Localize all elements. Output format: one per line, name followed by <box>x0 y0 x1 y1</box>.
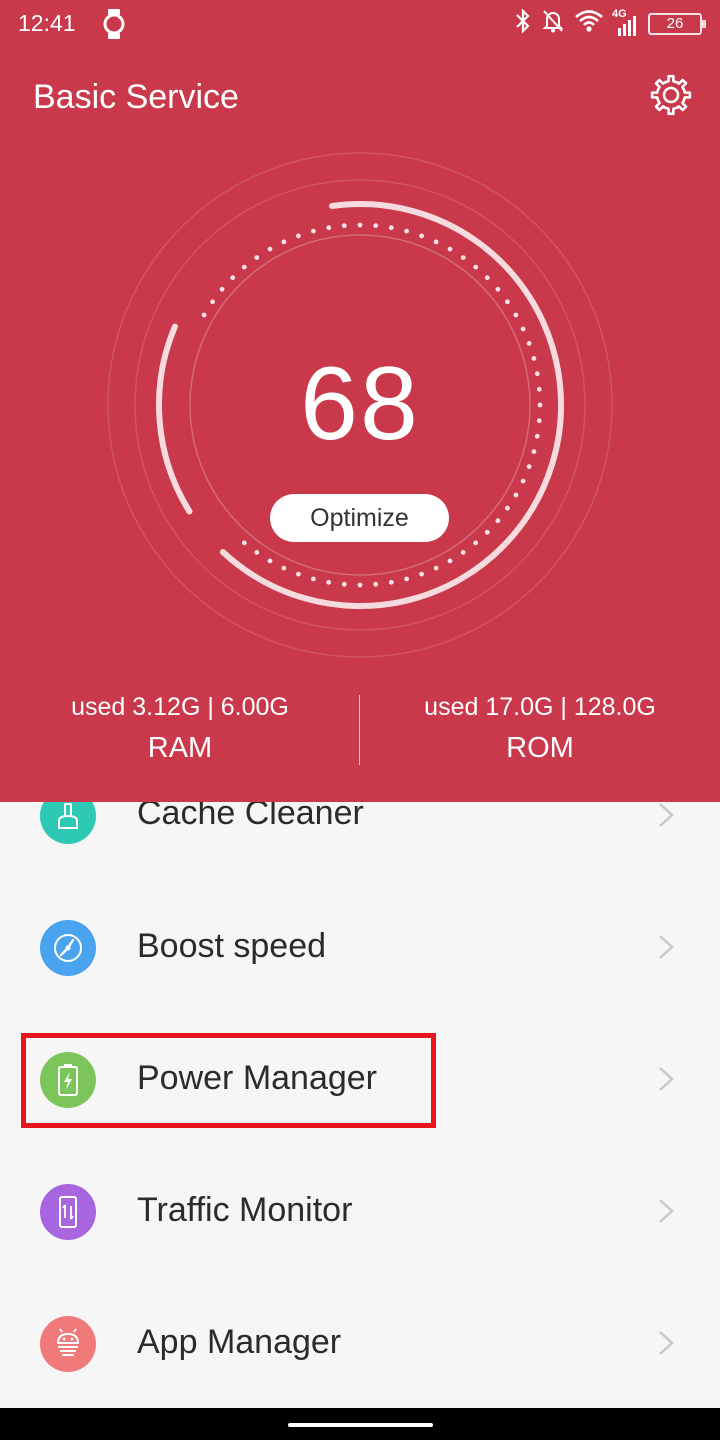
gauge-dot <box>505 299 510 305</box>
chevron-right-icon <box>654 1196 678 1231</box>
gauge-dot <box>520 478 526 484</box>
rom-label: ROM <box>506 732 574 764</box>
wifi-icon <box>574 9 604 38</box>
gauge-dot <box>473 264 479 270</box>
gauge-dot <box>473 540 479 546</box>
gauge-dot <box>296 571 301 577</box>
menu-item-label: Traffic Monitor <box>137 1191 353 1229</box>
menu-item-label: App Manager <box>137 1323 342 1361</box>
gauge-dot <box>201 312 207 318</box>
gauge-dot <box>281 239 287 245</box>
gauge-dot <box>419 233 424 239</box>
gauge-dot <box>460 255 466 260</box>
gauge-dot <box>484 275 490 281</box>
gauge-dot <box>341 581 347 587</box>
chevron-right-icon <box>654 1064 678 1099</box>
menu-item-traffic-monitor[interactable]: Traffic Monitor <box>0 1146 720 1278</box>
menu-item-app-manager[interactable]: App Manager <box>0 1278 720 1408</box>
battery-icon: 26 <box>648 12 706 35</box>
gauge-dot <box>520 326 526 332</box>
gauge-dot <box>404 576 409 582</box>
menu-item-boost-speed[interactable]: Boost speed <box>0 882 720 1014</box>
gauge-dot <box>495 286 501 292</box>
gauge-dot <box>357 222 363 228</box>
gauge-dot <box>388 225 394 231</box>
ram-used: used 3.12G | 6.00G <box>71 693 289 721</box>
notifications-off-icon <box>540 8 566 39</box>
gauge-dot <box>357 582 363 588</box>
gauge-dot <box>296 233 301 239</box>
gauge-dot <box>254 255 260 260</box>
menu-item-label: Cache Cleaner <box>137 802 364 832</box>
watch-icon <box>100 8 128 45</box>
gauge-dot <box>311 576 316 582</box>
gauge-dot <box>460 550 466 555</box>
optimize-button[interactable]: Optimize <box>270 494 449 542</box>
chevron-right-icon <box>654 802 678 835</box>
gauge-dot <box>373 581 379 587</box>
chevron-right-icon <box>654 932 678 967</box>
performance-score: 68 <box>300 346 420 462</box>
menu-item-label: Boost speed <box>137 927 327 965</box>
gauge-dot <box>326 579 332 585</box>
broom-icon <box>40 802 96 844</box>
gauge-dot <box>254 550 260 555</box>
navigation-bar <box>0 1408 720 1440</box>
gauge-dot <box>419 571 424 577</box>
gauge-dot <box>433 565 439 571</box>
gauge-dot <box>241 264 247 270</box>
gauge-dot <box>404 228 409 234</box>
gauge-dot <box>311 228 316 234</box>
header-panel: 12:41 4G 26 Basic Service 68 Optimize us… <box>0 0 720 802</box>
gauge-dot <box>495 518 501 524</box>
bluetooth-icon <box>514 8 532 39</box>
rom-used: used 17.0G | 128.0G <box>424 693 656 721</box>
gear-icon[interactable] <box>648 72 694 123</box>
home-handle[interactable] <box>288 1423 433 1427</box>
ram-stat: used 3.12G | 6.00G RAM <box>0 693 360 765</box>
gauge-dot <box>241 540 247 546</box>
android-icon <box>40 1316 96 1372</box>
highlight-box <box>21 1033 436 1128</box>
gauge-dot <box>526 464 532 469</box>
speedometer-icon <box>40 920 96 976</box>
gauge-dot <box>267 558 273 564</box>
gauge-dot <box>513 312 519 318</box>
gauge-dot <box>281 565 287 571</box>
gauge-dot <box>447 246 453 252</box>
gauge-dot <box>388 579 394 585</box>
gauge-dot <box>326 225 332 231</box>
gauge-dot <box>219 286 225 292</box>
status-icons: 4G 26 <box>514 8 706 39</box>
ram-label: RAM <box>147 732 213 764</box>
signal-icon: 4G <box>612 8 640 38</box>
gauge-dot <box>484 529 490 535</box>
gauge-dot <box>230 275 236 281</box>
page-title: Basic Service <box>33 78 239 116</box>
gauge-dot <box>267 246 273 252</box>
gauge-dot <box>513 492 519 498</box>
battery-level: 26 <box>666 15 684 32</box>
rom-stat: used 17.0G | 128.0G ROM <box>360 693 720 765</box>
gauge-dot <box>447 558 453 564</box>
gauge-dot <box>505 505 510 511</box>
chevron-right-icon <box>654 1328 678 1363</box>
gauge-dot <box>341 223 347 229</box>
gauge-dot <box>433 239 439 245</box>
gauge-dot <box>373 223 379 229</box>
phone-traffic-icon <box>40 1184 96 1240</box>
status-bar: 12:41 4G 26 <box>0 0 720 52</box>
menu-item-cache-cleaner[interactable]: Cache Cleaner <box>0 802 720 882</box>
gauge-dot <box>210 299 215 305</box>
status-time: 12:41 <box>18 10 76 36</box>
